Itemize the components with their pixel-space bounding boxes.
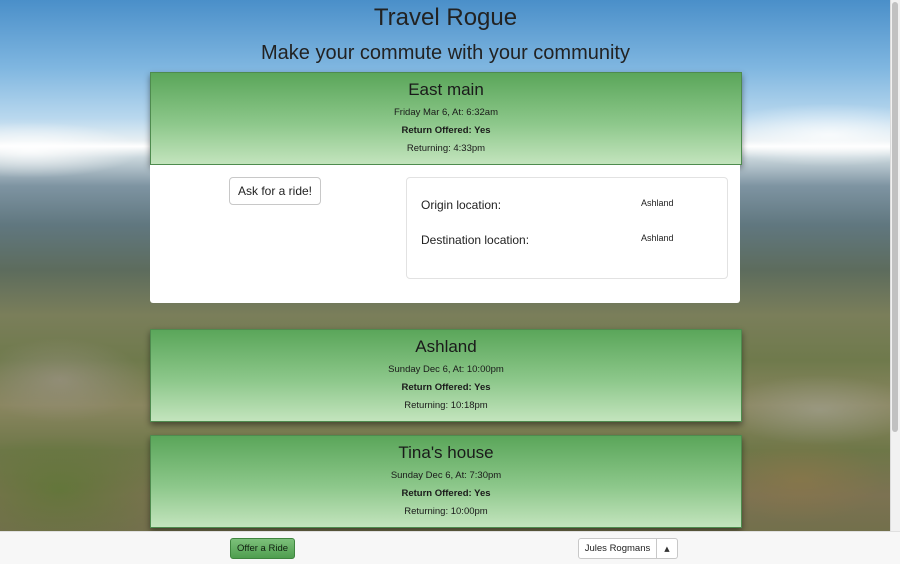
destination-location-value: Ashland <box>641 233 674 243</box>
origin-location-value: Ashland <box>641 198 674 208</box>
offer-ride-button[interactable]: Offer a Ride <box>230 538 295 559</box>
caret-up-icon[interactable]: ▲ <box>657 538 678 559</box>
ride-returning-time: Returning: 10:18pm <box>404 400 488 411</box>
ride-date-time: Sunday Dec 6, At: 7:30pm <box>390 470 502 481</box>
ride-destination: Ashland <box>415 337 477 356</box>
ride-return-offered: Return Offered: Yes <box>401 382 491 393</box>
destination-location-label: Destination location: <box>421 233 530 247</box>
location-panel: Origin location: Ashland Destination loc… <box>406 177 728 279</box>
ride-returning-time: Returning: 10:00pm <box>404 506 488 517</box>
origin-location-label: Origin location: <box>421 198 502 212</box>
ride-details-panel: Ask for a ride! Origin location: Ashland… <box>150 165 740 303</box>
ride-date-time: Sunday Dec 6, At: 10:00pm <box>388 364 504 375</box>
ride-return-offered: Return Offered: Yes <box>401 488 491 499</box>
ask-for-ride-button[interactable]: Ask for a ride! <box>229 177 321 205</box>
ride-returning-time: Returning: 4:33pm <box>406 143 486 154</box>
ride-card-tinas-house[interactable]: Tina's house Sunday Dec 6, At: 7:30pm Re… <box>150 435 742 528</box>
ride-return-offered: Return Offered: Yes <box>401 125 491 136</box>
page-scrollbar[interactable] <box>890 0 900 531</box>
ride-destination: East main <box>408 80 484 99</box>
ride-card-east-main[interactable]: East main Friday Mar 6, At: 6:32am Retur… <box>150 72 742 165</box>
bottom-navbar: Offer a Ride Jules Rogmans ▲ <box>0 531 900 564</box>
scrollbar-thumb[interactable] <box>892 2 898 432</box>
ride-card-ashland[interactable]: Ashland Sunday Dec 6, At: 10:00pm Return… <box>150 329 742 422</box>
site-title: Travel Rogue <box>373 4 518 31</box>
ride-destination: Tina's house <box>398 443 494 462</box>
site-subtitle: Make your commute with your community <box>260 42 630 64</box>
user-menu-button[interactable]: Jules Rogmans <box>578 538 657 559</box>
ride-date-time: Friday Mar 6, At: 6:32am <box>393 107 498 118</box>
